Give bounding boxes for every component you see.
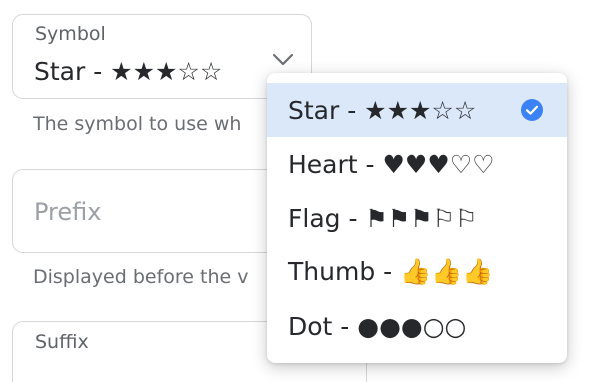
option-label: Flag - ⚑⚑⚑⚐⚐ xyxy=(288,203,478,233)
prefix-placeholder: Prefix xyxy=(34,198,102,226)
symbol-selected-value: Star - ★★★☆☆ xyxy=(34,57,223,86)
check-circle-icon xyxy=(520,98,544,122)
chevron-down-icon[interactable] xyxy=(271,52,295,68)
option-label: Thumb - 👍👍👍 xyxy=(288,257,494,286)
screen: Symbol Star - ★★★☆☆ The symbol to use wh… xyxy=(0,0,598,382)
symbol-label: Symbol xyxy=(35,23,106,45)
option-heart[interactable]: Heart - ♥♥♥♡♡ xyxy=(267,137,567,191)
option-label: Star - ★★★☆☆ xyxy=(288,95,477,125)
option-label: Heart - ♥♥♥♡♡ xyxy=(288,149,495,179)
prefix-helper-text: Displayed before the v xyxy=(33,266,249,288)
option-flag[interactable]: Flag - ⚑⚑⚑⚐⚐ xyxy=(267,191,567,245)
option-label: Dot - ●●●○○ xyxy=(288,311,467,341)
symbol-dropdown-menu: Star - ★★★☆☆ Heart - ♥♥♥♡♡ Flag - ⚑⚑⚑⚐⚐ … xyxy=(267,73,567,363)
option-star[interactable]: Star - ★★★☆☆ xyxy=(267,83,567,137)
option-dot[interactable]: Dot - ●●●○○ xyxy=(267,299,567,353)
option-thumb[interactable]: Thumb - 👍👍👍 xyxy=(267,245,567,299)
suffix-label: Suffix xyxy=(35,331,89,353)
symbol-helper-text: The symbol to use wh xyxy=(33,113,242,135)
